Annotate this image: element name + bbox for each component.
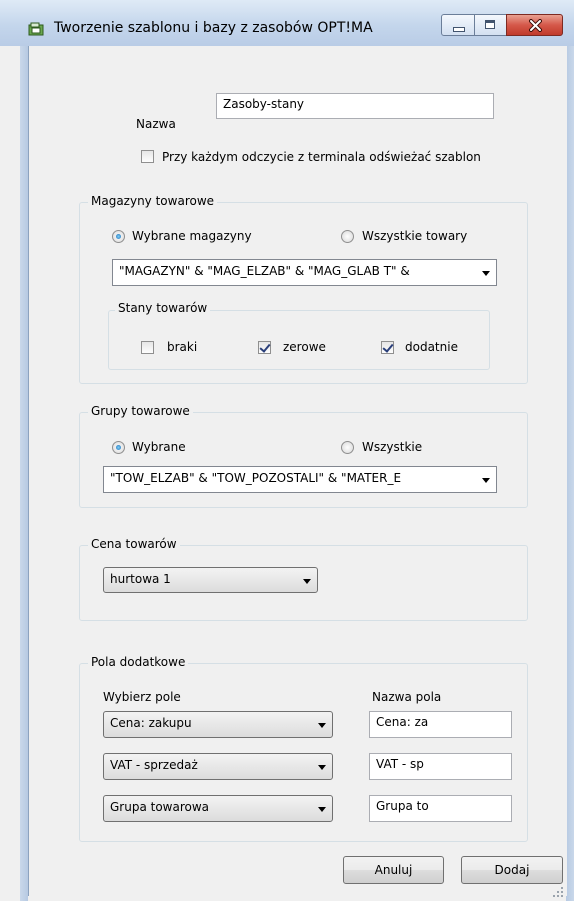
close-button[interactable] [506, 14, 563, 36]
warehouses-group-title: Magazyny towarowe [88, 194, 218, 208]
choose-field-header: Wybierz pole [103, 690, 181, 704]
chevron-down-icon [318, 723, 326, 728]
name-label: Nazwa [136, 117, 176, 131]
groups-select[interactable]: "TOW_ELZAB" & "TOW_POZOSTALI" & "MATER_E [103, 466, 497, 493]
groups-all-radio[interactable] [341, 441, 354, 454]
shortages-checkbox[interactable] [141, 341, 154, 354]
maximize-icon [485, 20, 495, 29]
positive-checkbox-label: dodatnie [405, 340, 458, 354]
warehouses-all-radio-label: Wszystkie towary [362, 229, 468, 243]
extra-field-name-input-2[interactable]: VAT - sp [369, 753, 512, 780]
extra-field-select-3[interactable]: Grupa towarowa [103, 795, 333, 822]
minimize-button[interactable] [441, 14, 475, 36]
zero-checkbox[interactable] [258, 341, 271, 354]
maximize-button[interactable] [474, 14, 507, 36]
window-frame-left [20, 46, 28, 901]
extra-field-name-input-1[interactable]: Cena: za [369, 711, 512, 738]
minimize-icon [453, 27, 465, 32]
app-icon [28, 22, 44, 36]
warehouses-selected-radio-label: Wybrane magazyny [132, 229, 252, 243]
price-select[interactable]: hurtowa 1 [103, 567, 318, 593]
refresh-checkbox[interactable] [141, 150, 154, 163]
groups-select-value: "TOW_ELZAB" & "TOW_POZOSTALI" & "MATER_E [110, 471, 402, 485]
groups-group [79, 412, 528, 508]
positive-checkbox[interactable] [381, 341, 394, 354]
chevron-down-icon [482, 478, 490, 483]
add-button[interactable]: Dodaj [461, 856, 563, 884]
window-frame-right [566, 46, 574, 901]
dialog-window: Tworzenie szablonu i bazy z zasobów OPT!… [0, 0, 574, 901]
chevron-down-icon [482, 271, 490, 276]
window-title: Tworzenie szablonu i bazy z zasobów OPT!… [54, 20, 373, 36]
groups-selected-radio[interactable] [112, 441, 125, 454]
price-group-title: Cena towarów [88, 537, 180, 551]
groups-all-radio-label: Wszystkie [362, 440, 423, 454]
title-bar[interactable]: Tworzenie szablonu i bazy z zasobów OPT!… [0, 0, 574, 46]
price-select-value: hurtowa 1 [110, 572, 171, 586]
shortages-checkbox-label: braki [167, 340, 198, 354]
zero-checkbox-label: zerowe [283, 340, 326, 354]
groups-group-title: Grupy towarowe [88, 404, 193, 418]
chevron-down-icon [303, 579, 311, 584]
close-icon [529, 19, 542, 32]
extra-field-select-3-value: Grupa towarowa [110, 800, 210, 814]
resize-grip-icon[interactable] [552, 886, 564, 898]
chevron-down-icon [318, 807, 326, 812]
warehouses-select[interactable]: "MAGAZYN" & "MAG_ELZAB" & "MAG_GLAB T" & [112, 259, 497, 286]
extra-field-select-2[interactable]: VAT - sprzedaż [103, 753, 333, 780]
chevron-down-icon [318, 765, 326, 770]
extra-field-select-1[interactable]: Cena: zakupu [103, 711, 333, 738]
extra-field-select-2-value: VAT - sprzedaż [110, 758, 198, 772]
extra-fields-group-title: Pola dodatkowe [88, 655, 189, 669]
cancel-button[interactable]: Anuluj [343, 856, 444, 884]
warehouses-all-radio[interactable] [341, 230, 354, 243]
extra-field-select-1-value: Cena: zakupu [110, 716, 192, 730]
name-input[interactable]: Zasoby-stany [216, 93, 494, 119]
warehouses-selected-radio[interactable] [112, 230, 125, 243]
groups-selected-radio-label: Wybrane [132, 440, 186, 454]
warehouses-select-value: "MAGAZYN" & "MAG_ELZAB" & "MAG_GLAB T" & [119, 264, 410, 278]
refresh-checkbox-label: Przy każdym odczycie z terminala odśwież… [162, 150, 481, 164]
stock-group-title: Stany towarów [115, 301, 211, 315]
field-name-header: Nazwa pola [372, 690, 442, 704]
extra-field-name-input-3[interactable]: Grupa to [369, 795, 512, 822]
